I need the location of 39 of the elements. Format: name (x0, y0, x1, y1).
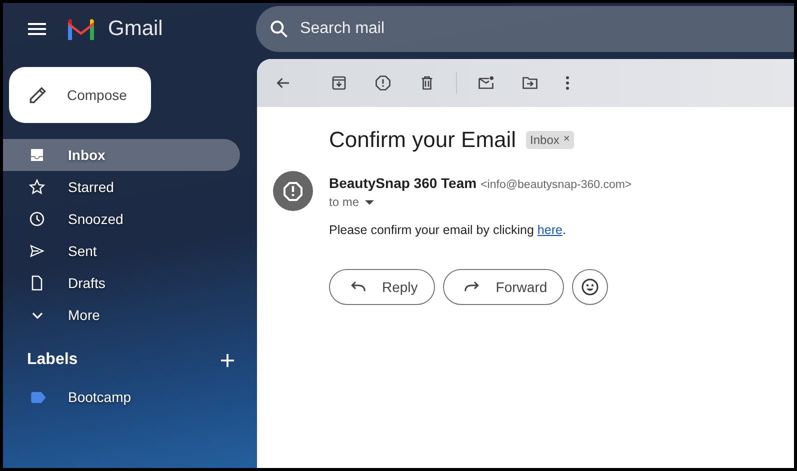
nav-item[interactable]: Drafts (3, 267, 240, 299)
dropdown-caret-icon[interactable] (365, 200, 374, 204)
app-name: Gmail (108, 17, 163, 41)
nav-item[interactable]: More (3, 299, 240, 331)
warning-avatar-icon (273, 171, 313, 211)
remove-tag-button[interactable]: × (563, 133, 570, 147)
label-item[interactable]: Bootcamp (3, 381, 240, 413)
spam-icon[interactable] (374, 74, 392, 92)
nav-item[interactable]: Snoozed (3, 203, 240, 235)
labels-heading: Labels (27, 351, 78, 369)
reply-button[interactable]: Reply (329, 269, 435, 305)
clock-icon (28, 210, 46, 228)
compose-button[interactable]: Compose (9, 67, 151, 123)
envelope-logo-icon (66, 18, 96, 40)
pencil-icon (27, 84, 49, 106)
inbox-tag: Inbox × (526, 131, 574, 149)
recipient-text: to me (329, 195, 360, 209)
here-link[interactable]: here (537, 223, 562, 237)
forward-button[interactable]: Forward (442, 269, 564, 305)
more-vertical-icon[interactable] (565, 74, 570, 92)
email-subject: Confirm your Email (329, 127, 516, 153)
archive-icon[interactable] (330, 74, 348, 92)
email-body-text: Please confirm your email by clicking here. (329, 223, 567, 237)
nav-item[interactable]: Inbox (3, 139, 240, 171)
chevron-down-icon (32, 312, 43, 318)
sender-email: <info@beautysnap-360.com> (480, 179, 632, 191)
plus-icon[interactable] (221, 354, 234, 366)
search-icon (268, 18, 290, 40)
smiley-icon (580, 277, 600, 297)
folder-move-icon[interactable] (521, 74, 539, 92)
star-icon (28, 178, 46, 196)
menu-icon[interactable] (28, 23, 46, 35)
nav-item[interactable]: Starred (3, 171, 240, 203)
nav-item[interactable]: Sent (3, 235, 240, 267)
inbox-icon (28, 146, 46, 164)
mail-unread-icon[interactable] (477, 74, 495, 92)
emoji-button[interactable] (572, 269, 608, 305)
send-icon (28, 242, 46, 260)
sender-name: BeautySnap 360 Team (329, 175, 477, 191)
